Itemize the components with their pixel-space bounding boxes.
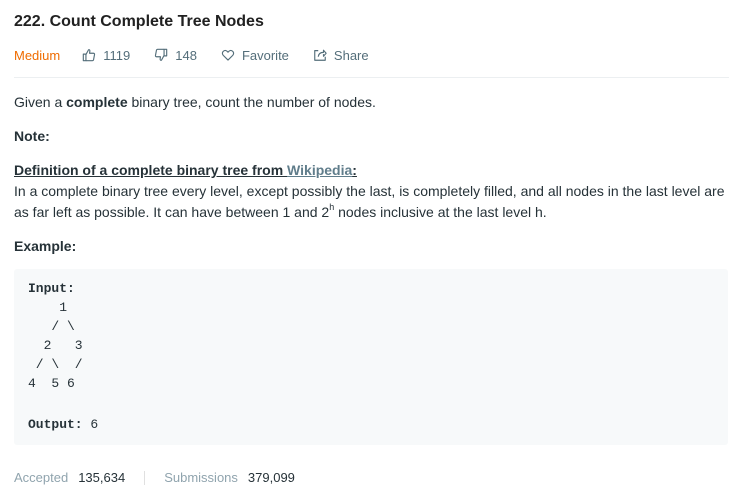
submissions-value: 379,099 bbox=[247, 470, 295, 485]
example-code-block: Input: 1 / \ 2 3 / \ / 4 5 6 Output: 6 bbox=[14, 269, 728, 445]
definition-paragraph: Definition of a complete binary tree fro… bbox=[14, 160, 730, 223]
note-label: Note: bbox=[14, 128, 50, 144]
thumbs-up-icon bbox=[82, 49, 96, 62]
stats-divider bbox=[144, 470, 146, 485]
tree-line: / \ bbox=[28, 319, 75, 334]
accepted-value: 135,634 bbox=[78, 470, 126, 485]
output-value: 6 bbox=[82, 417, 99, 432]
definition-colon: : bbox=[352, 162, 357, 178]
tree-line: 1 bbox=[28, 300, 68, 315]
share-button[interactable]: Share bbox=[313, 48, 369, 63]
intro-text: Given a bbox=[14, 94, 67, 110]
definition-superscript: h bbox=[329, 202, 335, 213]
output-label: Output: bbox=[28, 417, 83, 432]
definition-text-end: nodes inclusive at the last level h. bbox=[334, 204, 547, 220]
intro-emphasis: complete bbox=[66, 94, 128, 110]
share-label: Share bbox=[333, 47, 369, 63]
like-button[interactable]: 1119 bbox=[82, 48, 130, 63]
header-divider bbox=[14, 77, 729, 78]
definition-heading: Definition of a complete binary tree fro… bbox=[14, 162, 357, 178]
tree-line: 4 5 6 bbox=[28, 376, 75, 391]
dislike-count: 148 bbox=[175, 47, 197, 63]
submissions-label: Submissions bbox=[164, 470, 238, 485]
favorite-label: Favorite bbox=[241, 47, 289, 63]
difficulty-badge: Medium bbox=[14, 47, 61, 63]
share-icon bbox=[314, 49, 327, 61]
dislike-button[interactable]: 148 bbox=[154, 48, 197, 63]
intro-paragraph: Given a complete binary tree, count the … bbox=[14, 92, 730, 113]
example-label: Example: bbox=[14, 238, 77, 254]
problem-title: 222. Count Complete Tree Nodes bbox=[14, 13, 264, 30]
wikipedia-link[interactable]: Wikipedia bbox=[287, 162, 352, 178]
like-count: 1119 bbox=[103, 47, 131, 63]
intro-text-end: binary tree, count the number of nodes. bbox=[127, 94, 376, 110]
problem-description: Given a complete binary tree, count the … bbox=[14, 92, 730, 270]
heart-icon bbox=[221, 49, 235, 61]
submission-stats: Accepted 135,634 Submissions 379,099 bbox=[14, 470, 295, 485]
tree-line: / \ / bbox=[28, 357, 83, 372]
problem-meta-bar: Medium 1119 148 Favorite Share bbox=[14, 46, 393, 64]
tree-line: 2 3 bbox=[28, 338, 83, 353]
favorite-button[interactable]: Favorite bbox=[221, 48, 289, 63]
input-label: Input: bbox=[28, 281, 75, 296]
output-line: Output: 6 bbox=[28, 415, 98, 434]
thumbs-down-icon bbox=[155, 48, 168, 61]
definition-heading-text: Definition of a complete binary tree fro… bbox=[14, 162, 288, 178]
accepted-label: Accepted bbox=[14, 470, 69, 485]
